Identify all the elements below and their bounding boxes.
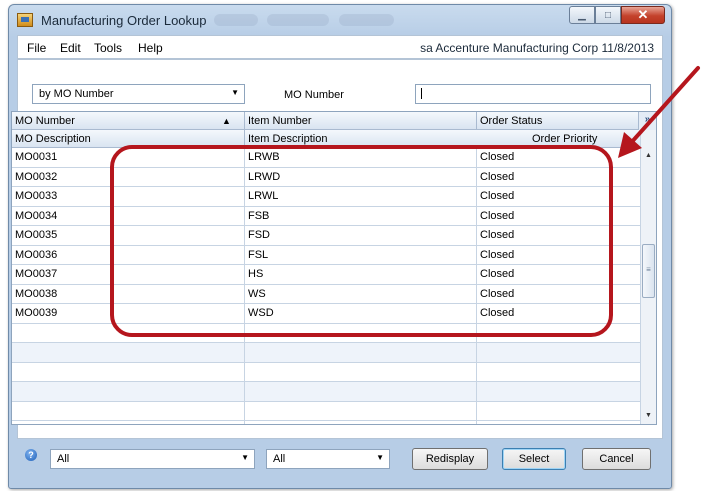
sort-by-dropdown[interactable]: by MO Number ▼: [32, 84, 245, 104]
column-separator: [244, 112, 245, 130]
menu-help[interactable]: Help: [138, 41, 163, 55]
column-separator: [476, 112, 477, 130]
menu-edit[interactable]: Edit: [60, 41, 81, 55]
faded-toolbar-element: [339, 14, 394, 26]
vertical-scrollbar[interactable]: ▲ ≡ ▼: [640, 130, 656, 424]
menu-tools[interactable]: Tools: [94, 41, 122, 55]
empty-table-row[interactable]: [12, 363, 640, 382]
cell-mo-number: MO0034: [15, 209, 58, 222]
maximize-icon: □: [604, 9, 612, 21]
column-header-mo-number[interactable]: MO Number: [15, 115, 75, 127]
cancel-button[interactable]: Cancel: [582, 448, 651, 470]
window-title: Manufacturing Order Lookup: [41, 13, 207, 28]
cell-mo-number: MO0038: [15, 287, 58, 300]
close-icon: ✕: [637, 7, 649, 22]
help-icon[interactable]: ?: [25, 449, 37, 461]
minimize-icon: ▁: [578, 9, 586, 21]
text-cursor: [421, 88, 422, 99]
column-header-item-description[interactable]: Item Description: [248, 133, 327, 145]
scroll-thumb[interactable]: ≡: [642, 244, 655, 298]
view-filter-dropdown[interactable]: All ▼: [50, 449, 255, 469]
app-icon: [17, 13, 33, 27]
empty-table-row[interactable]: [12, 343, 640, 363]
mo-number-label: MO Number: [284, 89, 344, 101]
cell-mo-number: MO0035: [15, 229, 58, 241]
maximize-button[interactable]: □: [595, 6, 621, 24]
menu-bar: File Edit Tools Help sa Accenture Manufa…: [17, 35, 663, 59]
empty-table-row[interactable]: [12, 382, 640, 402]
cell-mo-number: MO0037: [15, 268, 58, 280]
dropdown-arrow-icon: ▼: [231, 88, 239, 97]
cell-mo-number: MO0032: [15, 170, 58, 183]
menu-file[interactable]: File: [27, 41, 46, 55]
column-header-order-priority[interactable]: Order Priority: [532, 133, 597, 145]
faded-toolbar-element: [267, 14, 329, 26]
cell-mo-number: MO0039: [15, 307, 58, 319]
annotation-highlight-box: [110, 145, 613, 337]
cell-mo-number: MO0036: [15, 248, 58, 261]
window-controls: ▁ □ ✕: [569, 6, 665, 26]
column-header-order-status[interactable]: Order Status: [480, 115, 542, 127]
column-header-item-number[interactable]: Item Number: [248, 115, 312, 127]
select-button[interactable]: Select: [502, 448, 566, 470]
secondary-filter-value: All: [273, 453, 286, 465]
company-date-info: sa Accenture Manufacturing Corp 11/8/201…: [420, 41, 654, 55]
empty-table-row[interactable]: [12, 402, 640, 421]
dropdown-arrow-icon: ▼: [376, 453, 384, 462]
scroll-down-icon[interactable]: ▼: [641, 408, 656, 424]
cell-mo-number: MO0033: [15, 190, 58, 202]
cell-mo-number: MO0031: [15, 151, 58, 163]
footer-bar: ? All ▼ All ▼ Redisplay Select Cancel: [8, 438, 670, 483]
column-header-mo-description[interactable]: MO Description: [15, 133, 91, 145]
redisplay-button[interactable]: Redisplay: [412, 448, 488, 470]
annotation-arrow-icon: [618, 66, 700, 158]
grid-header-row-1: MO Number ▲ Item Number Order Status: [12, 112, 640, 130]
minimize-button[interactable]: ▁: [569, 6, 595, 24]
secondary-filter-dropdown[interactable]: All ▼: [266, 449, 390, 469]
view-filter-value: All: [57, 453, 70, 465]
close-button[interactable]: ✕: [621, 6, 665, 24]
title-bar[interactable]: Manufacturing Order Lookup ▁ □ ✕: [9, 5, 671, 35]
faded-toolbar-element: [214, 14, 258, 26]
dropdown-arrow-icon: ▼: [241, 453, 249, 462]
sort-by-value: by MO Number: [39, 88, 114, 100]
sort-ascending-icon: ▲: [222, 116, 231, 126]
